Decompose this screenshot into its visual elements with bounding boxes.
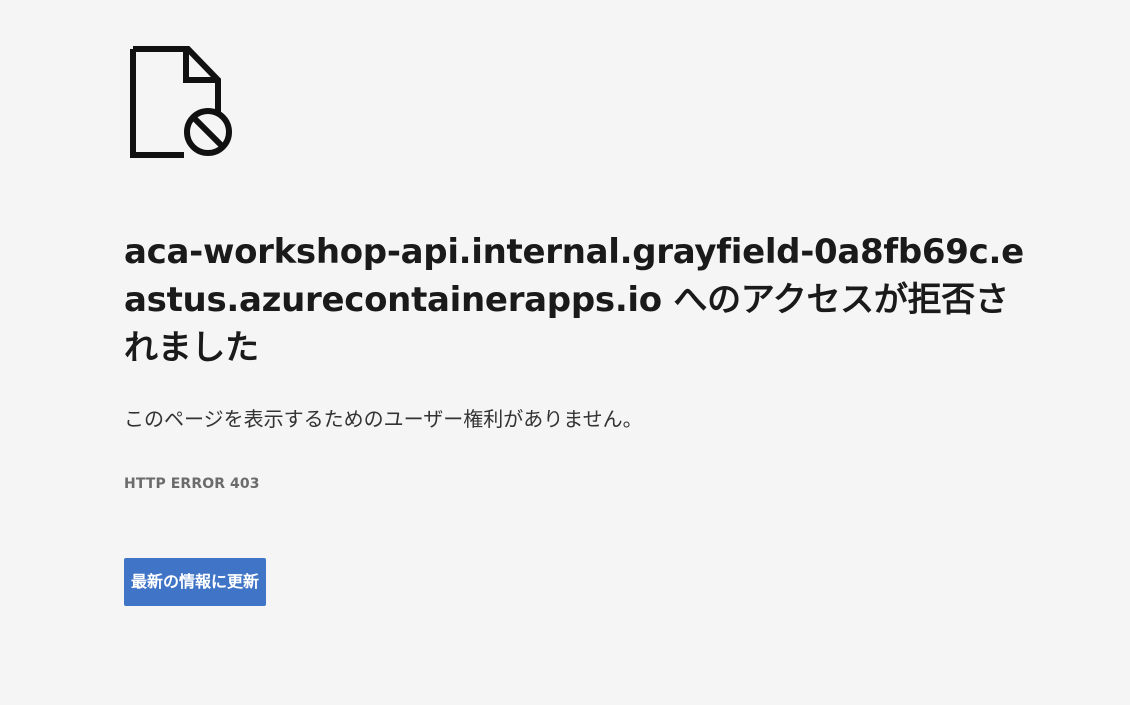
reload-button[interactable]: 最新の情報に更新: [124, 558, 267, 606]
document-blocked-icon: [130, 46, 232, 158]
error-code: HTTP ERROR 403: [124, 476, 260, 492]
error-page: aca-workshop-api.internal.grayfield-0a8f…: [0, 0, 1130, 705]
page-title: aca-workshop-api.internal.grayfield-0a8f…: [124, 232, 1024, 368]
error-message: このページを表示するためのユーザー権利がありません。: [124, 407, 643, 431]
